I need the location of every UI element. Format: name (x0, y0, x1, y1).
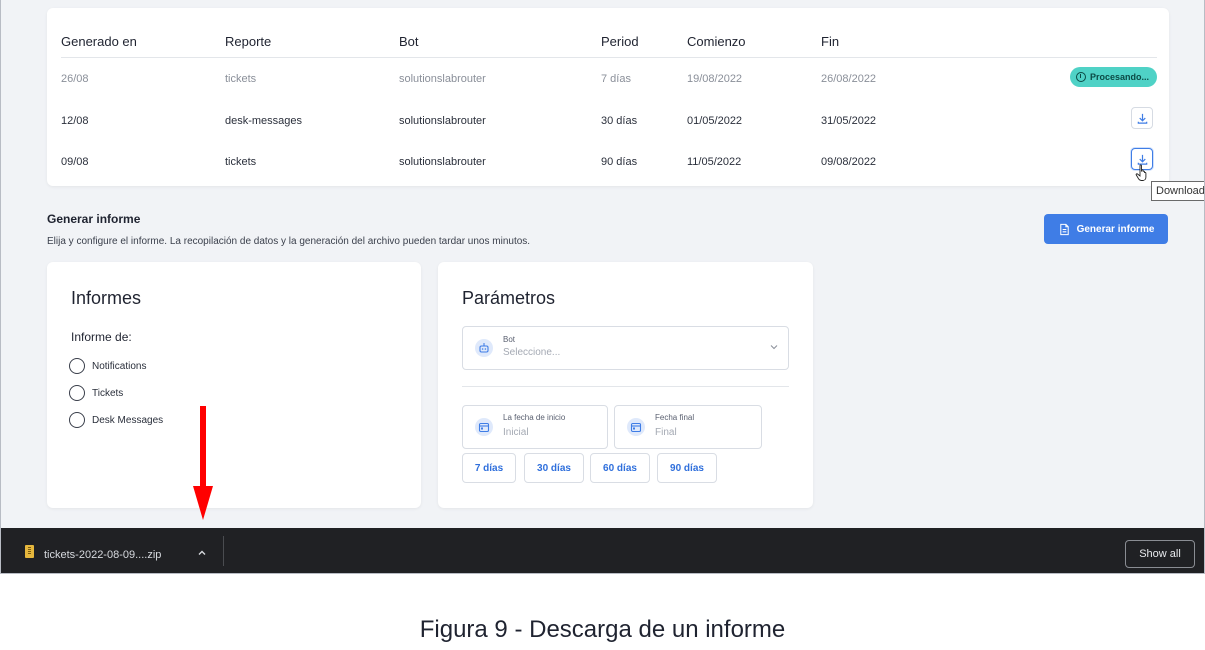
document-icon (1059, 223, 1069, 235)
reports-table: Generado en Reporte Bot Period Comienzo … (47, 8, 1169, 186)
divider (462, 386, 789, 387)
cell-generado: 09/08 (61, 156, 89, 168)
app-screen: Generado en Reporte Bot Period Comienzo … (0, 0, 1205, 574)
chip-30-dias[interactable]: 30 días (524, 453, 584, 483)
radio-label: Notifications (92, 360, 147, 372)
table-row: 26/08 tickets solutionslabrouter 7 días … (61, 62, 1157, 102)
status-badge: Procesando... (1069, 67, 1157, 87)
chip-90-dias[interactable]: 90 días (657, 453, 717, 483)
download-tooltip: Download (1151, 181, 1204, 201)
informes-card: Informes Informe de: Notifications Ticke… (47, 262, 421, 508)
chevron-up-icon[interactable] (197, 548, 207, 558)
cell-comienzo: 01/05/2022 (687, 115, 743, 127)
calendar-icon (627, 418, 645, 436)
header-bot: Bot (399, 34, 419, 49)
header-comienzo: Comienzo (687, 34, 746, 49)
parametros-title: Parámetros (462, 288, 556, 308)
cell-reporte: desk-messages (225, 115, 303, 127)
header-fin: Fin (821, 34, 840, 49)
header-generado: Generado en (61, 34, 137, 49)
figure-caption: Figura 9 - Descarga de un informe (419, 616, 786, 643)
cell-generado: 12/08 (61, 115, 89, 127)
show-all-button[interactable]: Show all (1125, 540, 1195, 568)
chevron-down-icon (770, 345, 778, 350)
cell-fin: 31/05/2022 (821, 115, 877, 127)
download-bar: tickets-2022-08-09....zip Show all (1, 528, 1204, 573)
cell-comienzo: 19/08/2022 (687, 73, 743, 85)
download-bar-separator (223, 536, 224, 566)
chip-7-dias[interactable]: 7 días (462, 453, 516, 483)
end-date-placeholder: Final (655, 427, 677, 438)
start-date-label: La fecha de inicio (503, 413, 566, 422)
table-row: 12/08 desk-messages solutionslabrouter 3… (61, 104, 1157, 144)
section-description: Elija y configure el informe. La recopil… (47, 236, 531, 247)
cell-bot: solutionslabrouter (399, 156, 486, 168)
calendar-icon (475, 418, 493, 436)
cell-bot: solutionslabrouter (399, 73, 486, 85)
start-date-field[interactable]: La fecha de inicio Inicial (462, 405, 608, 449)
cell-fin: 26/08/2022 (821, 73, 877, 85)
clock-icon (1075, 72, 1086, 82)
radio-notifications[interactable]: Notifications (69, 358, 146, 374)
radio-desk-messages[interactable]: Desk Messages (69, 412, 163, 428)
generate-report-button[interactable]: Generar informe (1044, 214, 1168, 244)
bot-placeholder: Seleccione... (503, 347, 561, 358)
radio-circle[interactable] (69, 358, 85, 374)
status-badge-label: Procesando... (1089, 72, 1149, 82)
radio-circle[interactable] (69, 385, 85, 401)
chip-60-dias[interactable]: 60 días (590, 453, 650, 483)
header-period: Period (601, 34, 639, 49)
download-button[interactable] (1131, 107, 1153, 129)
cell-comienzo: 11/05/2022 (687, 156, 742, 168)
header-reporte: Reporte (225, 34, 272, 49)
cell-fin: 09/08/2022 (821, 156, 877, 168)
cell-generado: 26/08 (61, 73, 89, 85)
radio-tickets[interactable]: Tickets (69, 385, 123, 401)
table-row: 09/08 tickets solutionslabrouter 90 días… (61, 145, 1157, 185)
informes-title: Informes (71, 288, 142, 308)
radio-label: Desk Messages (92, 414, 164, 426)
cell-period: 30 días (601, 115, 638, 127)
annotation-arrow (193, 406, 213, 520)
bot-icon (475, 339, 493, 357)
parametros-card: Parámetros Bot Seleccione... La fecha de… (438, 262, 813, 508)
section-title: Generar informe (47, 212, 141, 226)
downloaded-file-name[interactable]: tickets-2022-08-09....zip (44, 549, 161, 561)
hand-cursor-icon (1135, 164, 1147, 181)
generate-report-label: Generar informe (1076, 223, 1155, 235)
table-header: Generado en Reporte Bot Period Comienzo … (61, 34, 1157, 58)
start-date-placeholder: Inicial (503, 427, 529, 438)
informe-de-label: Informe de: (71, 330, 132, 344)
radio-circle[interactable] (69, 412, 85, 428)
cell-bot: solutionslabrouter (399, 115, 486, 127)
cell-period: 7 días (601, 73, 631, 85)
bot-label: Bot (503, 335, 516, 344)
end-date-field[interactable]: Fecha final Final (614, 405, 762, 449)
cell-period: 90 días (601, 156, 638, 168)
cell-reporte: tickets (225, 156, 257, 168)
radio-label: Tickets (92, 387, 124, 399)
download-icon (1137, 113, 1147, 124)
bot-select[interactable]: Bot Seleccione... (462, 326, 789, 370)
cell-reporte: tickets (225, 73, 257, 85)
end-date-label: Fecha final (655, 413, 695, 422)
zip-file-icon (25, 545, 34, 558)
